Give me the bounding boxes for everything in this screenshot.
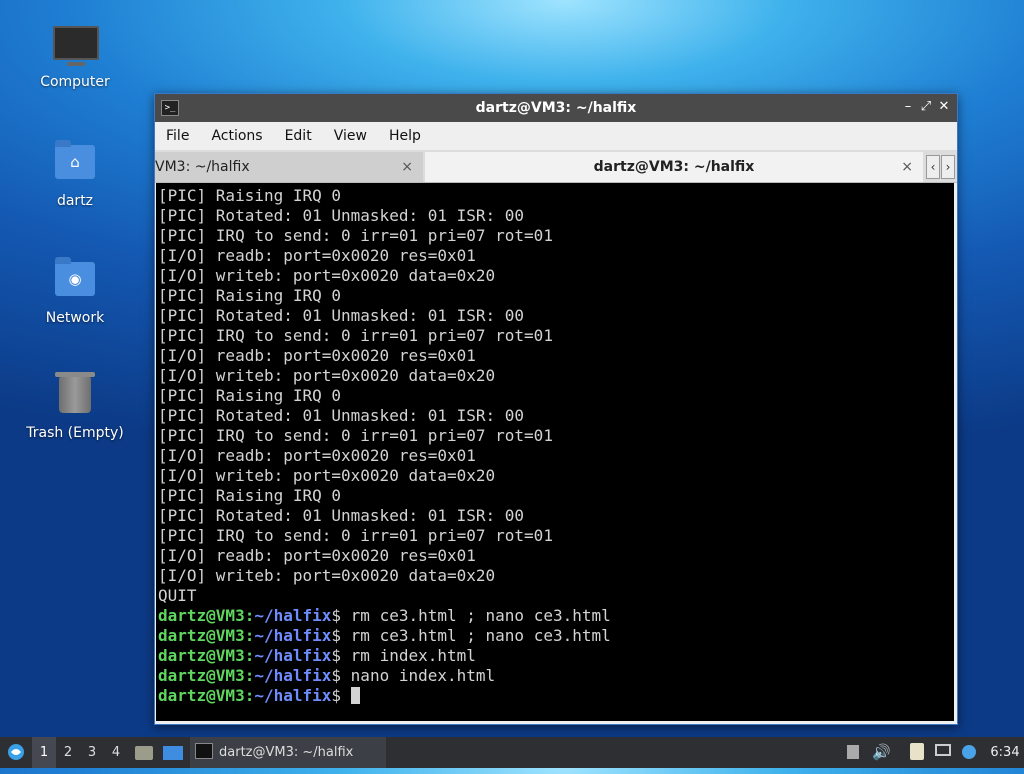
taskbar: 1 2 3 4 dartz@VM3: ~/halfix 🔊 6:34: [0, 737, 1024, 768]
terminal-output-line: [I/O] writeb: port=0x0020 data=0x20: [158, 566, 496, 585]
prompt-user: dartz@VM3: [158, 666, 245, 685]
minimize-icon[interactable]: –: [899, 99, 917, 114]
workspace-3[interactable]: 3: [80, 737, 104, 768]
menu-bar: File Actions Edit View Help: [155, 122, 957, 150]
desktop-icon-label: dartz: [56, 193, 94, 209]
eject-icon[interactable]: [844, 743, 862, 761]
menu-view[interactable]: View: [323, 128, 378, 144]
terminal-output-line: QUIT: [158, 586, 197, 605]
tab-label: VM3: ~/halfix: [155, 159, 250, 175]
tab-active[interactable]: dartz@VM3: ~/halfix ×: [425, 152, 923, 182]
tab-close-icon[interactable]: ×: [901, 152, 913, 182]
terminal-prompt-line: dartz@VM3:~/halfix$ nano index.html: [158, 666, 496, 685]
volume-icon[interactable]: 🔊: [872, 743, 891, 761]
terminal-output-line: [PIC] IRQ to send: 0 irr=01 pri=07 rot=0…: [158, 526, 553, 545]
prompt-user: dartz@VM3: [158, 606, 245, 625]
show-desktop-button[interactable]: [160, 737, 186, 768]
menu-actions[interactable]: Actions: [200, 128, 273, 144]
terminal-output-line: [I/O] writeb: port=0x0020 data=0x20: [158, 366, 496, 385]
desktop-icon-label: Computer: [40, 74, 110, 90]
terminal-output-line: [I/O] writeb: port=0x0020 data=0x20: [158, 466, 496, 485]
window-title: dartz@VM3: ~/halfix: [475, 100, 637, 116]
start-menu-button[interactable]: [2, 737, 30, 768]
menu-file[interactable]: File: [155, 128, 200, 144]
tab-bar: VM3: ~/halfix × dartz@VM3: ~/halfix × ‹ …: [155, 150, 957, 183]
file-manager-launcher[interactable]: [132, 737, 156, 768]
trash-icon: [55, 372, 95, 413]
workspace-4[interactable]: 4: [104, 737, 128, 768]
terminal-output-line: [PIC] Raising IRQ 0: [158, 286, 342, 305]
network-tray-icon[interactable]: [934, 743, 952, 761]
command-text: rm ce3.html ; nano ce3.html: [350, 626, 611, 645]
maximize-icon[interactable]: ⤢: [917, 99, 935, 114]
terminal-output[interactable]: [PIC] Raising IRQ 0 [PIC] Rotated: 01 Unm…: [156, 183, 954, 721]
tab-scroll-left-icon[interactable]: ‹: [926, 155, 940, 179]
network-folder-icon: ◉: [55, 257, 95, 296]
menu-edit[interactable]: Edit: [274, 128, 323, 144]
home-folder-icon: ⌂: [55, 140, 95, 179]
computer-icon: [53, 26, 99, 66]
terminal-output-line: [I/O] readb: port=0x0020 res=0x01: [158, 346, 476, 365]
clipboard-icon[interactable]: [908, 743, 926, 761]
menu-help[interactable]: Help: [378, 128, 432, 144]
workspace-2[interactable]: 2: [56, 737, 80, 768]
workspace-1[interactable]: 1: [32, 737, 56, 768]
prompt-path: ~/halfix: [254, 686, 332, 705]
terminal-prompt-line: dartz@VM3:~/halfix$ rm ce3.html ; nano c…: [158, 606, 611, 625]
terminal-output-line: [PIC] Rotated: 01 Unmasked: 01 ISR: 00: [158, 206, 525, 225]
terminal-output-line: [PIC] Raising IRQ 0: [158, 486, 342, 505]
window-titlebar[interactable]: >_ dartz@VM3: ~/halfix – ⤢ ✕: [155, 94, 957, 122]
desktop-icon-label: Trash (Empty): [26, 425, 124, 441]
terminal-output-line: [PIC] Raising IRQ 0: [158, 386, 342, 405]
terminal-output-line: [PIC] Rotated: 01 Unmasked: 01 ISR: 00: [158, 406, 525, 425]
tab-inactive[interactable]: VM3: ~/halfix ×: [155, 152, 423, 182]
terminal-output-line: [I/O] readb: port=0x0020 res=0x01: [158, 446, 476, 465]
update-notifier-icon[interactable]: [960, 743, 978, 761]
tab-close-icon[interactable]: ×: [401, 152, 413, 182]
clock[interactable]: 6:34: [985, 737, 1024, 768]
desktop-icon-trash[interactable]: Trash (Empty): [20, 372, 130, 441]
prompt-user: dartz@VM3: [158, 646, 245, 665]
terminal-output-line: [PIC] IRQ to send: 0 irr=01 pri=07 rot=0…: [158, 326, 553, 345]
prompt-path: ~/halfix: [254, 666, 332, 685]
prompt-path: ~/halfix: [254, 626, 332, 645]
desktop-icon-home[interactable]: ⌂ dartz: [20, 139, 130, 209]
terminal-output-line: [I/O] writeb: port=0x0020 data=0x20: [158, 266, 496, 285]
text-cursor: [350, 687, 360, 704]
terminal-prompt-line: dartz@VM3:~/halfix$ rm ce3.html ; nano c…: [158, 626, 611, 645]
desktop-icon: [163, 746, 183, 760]
terminal-output-line: [PIC] IRQ to send: 0 irr=01 pri=07 rot=0…: [158, 426, 553, 445]
command-text: nano index.html: [350, 666, 496, 685]
desktop-icon-computer[interactable]: Computer: [20, 22, 130, 90]
terminal-window: >_ dartz@VM3: ~/halfix – ⤢ ✕ File Action…: [154, 93, 958, 725]
lxqt-logo-icon: [8, 744, 24, 760]
prompt-user: dartz@VM3: [158, 626, 245, 645]
desktop-icon-network[interactable]: ◉ Network: [20, 256, 130, 326]
file-manager-icon: [135, 746, 153, 760]
tab-scroll-right-icon[interactable]: ›: [941, 155, 955, 179]
terminal-output-line: [I/O] readb: port=0x0020 res=0x01: [158, 546, 476, 565]
prompt-path: ~/halfix: [254, 606, 332, 625]
terminal-prompt-line: dartz@VM3:~/halfix$ rm index.html: [158, 646, 476, 665]
prompt-user: dartz@VM3: [158, 686, 245, 705]
terminal-output-line: [I/O] readb: port=0x0020 res=0x01: [158, 246, 476, 265]
terminal-output-line: [PIC] Raising IRQ 0: [158, 186, 342, 205]
task-label: dartz@VM3: ~/halfix: [219, 745, 354, 760]
tab-label: dartz@VM3: ~/halfix: [593, 159, 755, 175]
terminal-output-line: [PIC] Rotated: 01 Unmasked: 01 ISR: 00: [158, 306, 525, 325]
taskbar-task-terminal[interactable]: dartz@VM3: ~/halfix: [190, 737, 386, 768]
terminal-task-icon: [195, 743, 213, 759]
terminal-prompt-line: dartz@VM3:~/halfix$: [158, 686, 954, 706]
close-window-icon[interactable]: ✕: [935, 99, 953, 114]
terminal-output-line: [PIC] IRQ to send: 0 irr=01 pri=07 rot=0…: [158, 226, 553, 245]
desktop-icon-label: Network: [45, 310, 105, 326]
command-text: rm index.html: [350, 646, 476, 665]
command-text: rm ce3.html ; nano ce3.html: [350, 606, 611, 625]
prompt-path: ~/halfix: [254, 646, 332, 665]
terminal-output-line: [PIC] Rotated: 01 Unmasked: 01 ISR: 00: [158, 506, 525, 525]
